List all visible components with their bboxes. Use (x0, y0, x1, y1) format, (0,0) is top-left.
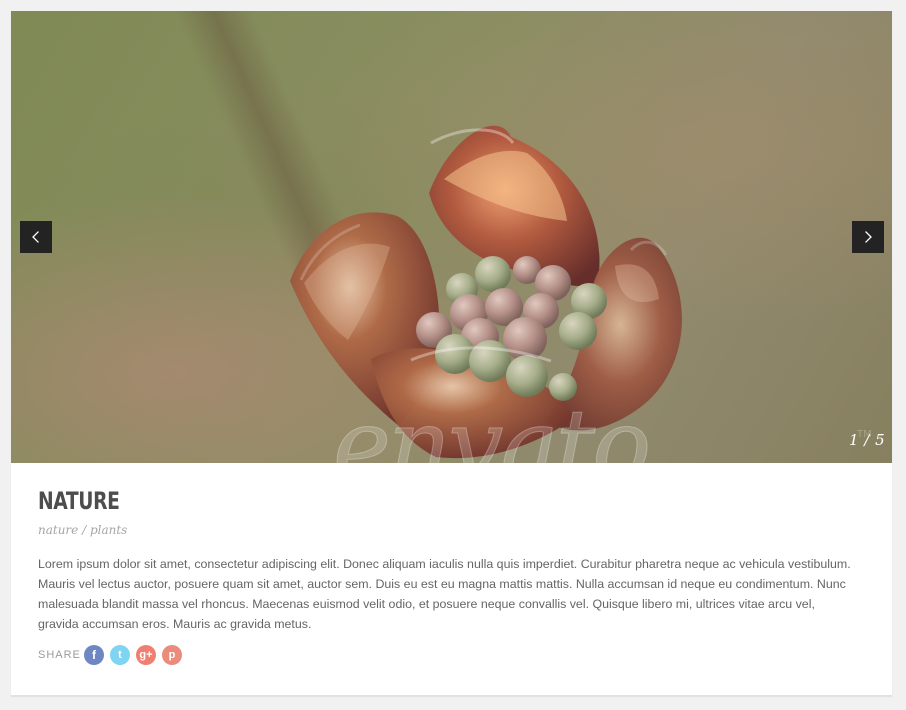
post-title: NATURE (38, 487, 120, 515)
twitter-icon: t (118, 648, 122, 661)
flower-bud-image (290, 125, 682, 459)
pinterest-icon: p (168, 648, 176, 661)
google-plus-share-button[interactable]: g+ (136, 645, 156, 665)
post-content: NATURE nature / plants Lorem ipsum dolor… (38, 489, 858, 634)
google-plus-icon: g+ (139, 648, 153, 661)
facebook-share-button[interactable]: f (84, 645, 104, 665)
chevron-right-icon (865, 231, 872, 243)
social-buttons: f t g+ p (84, 645, 182, 665)
next-slide-button[interactable] (852, 221, 884, 253)
slide-counter: 1 / 5 (849, 431, 886, 449)
previous-slide-button[interactable] (20, 221, 52, 253)
post-card: envato TM 1 / 5 NATURE nature / plants L… (11, 11, 892, 696)
pinterest-share-button[interactable]: p (162, 645, 182, 665)
image-slider: envato TM 1 / 5 (11, 11, 892, 463)
post-description: Lorem ipsum dolor sit amet, consectetur … (38, 557, 851, 631)
share-row: SHARE f t g+ p (38, 645, 182, 665)
share-label: SHARE (38, 649, 81, 661)
twitter-share-button[interactable]: t (110, 645, 130, 665)
facebook-icon: f (92, 648, 96, 662)
chevron-left-icon (32, 231, 39, 243)
post-category: nature / plants (38, 523, 128, 537)
